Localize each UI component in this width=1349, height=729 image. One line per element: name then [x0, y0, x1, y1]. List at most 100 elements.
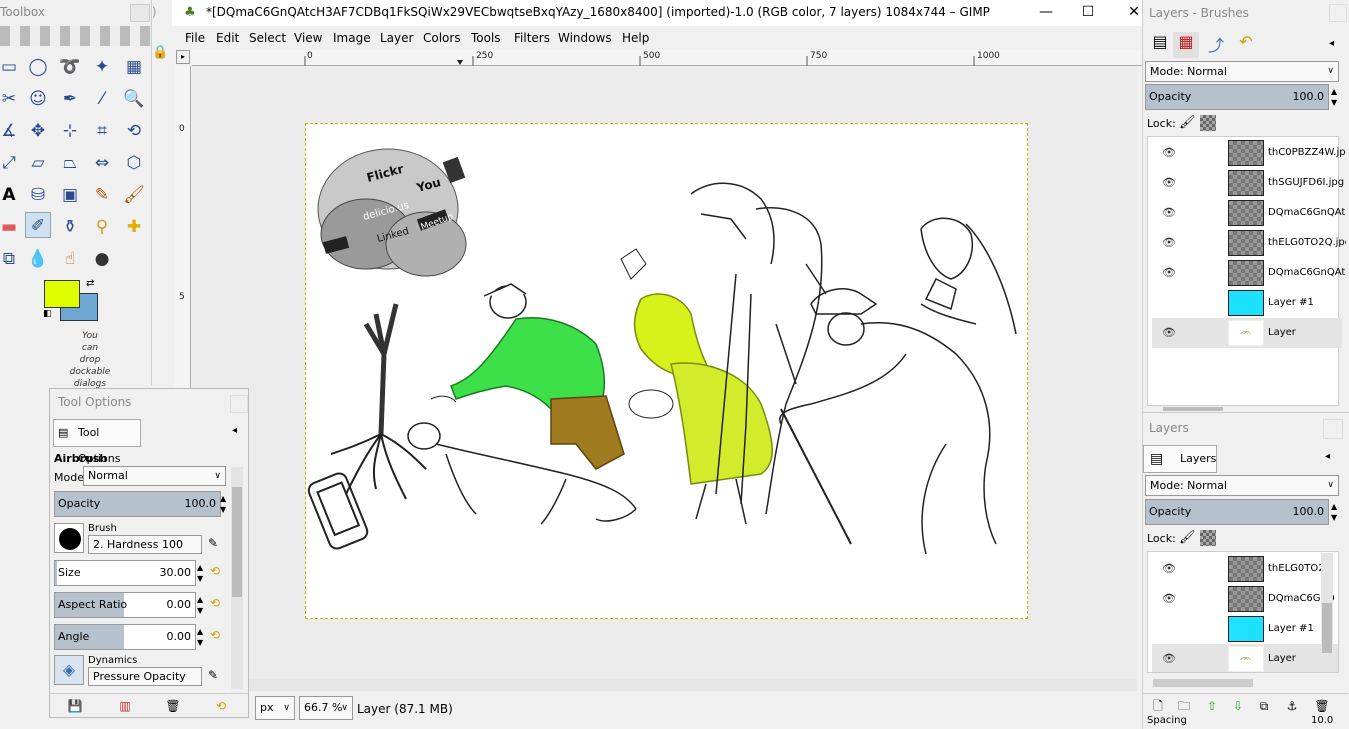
swap-colors-icon[interactable]: ⇄ — [86, 278, 94, 289]
scroll-thumb[interactable] — [232, 487, 242, 597]
visibility-eye-icon[interactable]: 👁 — [1162, 146, 1176, 159]
zoom-select[interactable]: 66.7 % ∨ — [299, 696, 353, 720]
opacity-slider[interactable]: Opacity 100.0 — [54, 491, 221, 517]
visibility-eye-icon[interactable]: 👁 — [1162, 206, 1176, 219]
shear-icon[interactable]: ▱ — [25, 150, 51, 176]
blend-icon[interactable]: ▣ — [57, 182, 83, 208]
delete-options-icon[interactable]: 🗑 — [164, 697, 182, 715]
pencil-icon[interactable]: ✎ — [89, 182, 115, 208]
edit-dynamics-icon[interactable]: ✎ — [208, 668, 218, 682]
layer-row[interactable]: 👁 ᨏ Layer — [1152, 644, 1338, 672]
perspective-clone-icon[interactable]: ⧉ — [0, 246, 22, 272]
visibility-eye-icon[interactable]: 👁 — [1162, 236, 1176, 249]
menu-view[interactable]: View — [294, 31, 322, 45]
tab-menu-icon[interactable]: ◂ — [1325, 451, 1330, 462]
blur-icon[interactable]: 💧 — [25, 246, 51, 272]
lock-alpha-icon[interactable] — [1200, 530, 1216, 546]
fuzzy-select-icon[interactable]: ✦ — [89, 54, 115, 80]
layer-row[interactable]: 👁 thELG0TO2Q.jpg — [1152, 228, 1346, 258]
tab-menu-icon[interactable]: ◂ — [232, 425, 237, 436]
list-hscroll-thumb[interactable] — [1163, 407, 1223, 411]
minimize-button[interactable]: — — [1032, 2, 1060, 22]
spin-arrows-icon[interactable]: ▲ ▼ — [1331, 501, 1337, 523]
cage-icon[interactable]: ⬡ — [121, 150, 147, 176]
flip-icon[interactable]: ⇔ — [89, 150, 115, 176]
layer-row[interactable]: Layer #1 — [1152, 288, 1342, 318]
visibility-eye-icon[interactable]: 👁 — [1162, 326, 1176, 339]
scale-icon[interactable]: ⤢ — [0, 150, 22, 176]
menu-file[interactable]: File — [185, 31, 205, 45]
undo-tab-icon[interactable]: ↶ — [1233, 32, 1259, 58]
airbrush-icon[interactable]: ✐ — [25, 212, 51, 238]
brush-name-field[interactable]: 2. Hardness 100 — [88, 535, 202, 554]
layer-list[interactable]: 👁 thELG0TO2Q 👁 DQmaC6GnQ Layer #1 👁 ᨏ Layer — [1147, 551, 1339, 673]
reset-options-icon[interactable]: ⟲ — [212, 697, 230, 715]
raise-layer-icon[interactable]: ⇧ — [1203, 697, 1221, 715]
delete-layer-icon[interactable]: 🗑 — [1313, 697, 1331, 715]
menu-layer[interactable]: Layer — [380, 31, 413, 45]
paintbrush-icon[interactable]: 🖌 — [121, 182, 147, 208]
layer-opacity-slider[interactable]: Opacity 100.0 — [1145, 84, 1329, 110]
zoom-icon[interactable]: 🔍 — [121, 86, 147, 112]
list-hscroll-thumb[interactable] — [1153, 679, 1253, 687]
align-icon[interactable]: ⊹ — [57, 118, 83, 144]
menu-help[interactable]: Help — [622, 31, 649, 45]
menu-colors[interactable]: Colors — [423, 31, 461, 45]
tab-menu-icon[interactable]: ◂ — [1329, 38, 1334, 49]
size-slider[interactable]: Size 30.00 — [54, 560, 196, 586]
visibility-eye-icon[interactable]: 👁 — [1162, 266, 1176, 279]
select-by-color-icon[interactable]: ▦ — [121, 54, 147, 80]
spin-arrows-icon[interactable]: ▲ ▼ — [197, 562, 203, 584]
channels-tab-icon[interactable]: ▦ — [1173, 32, 1199, 58]
spin-arrows-icon[interactable]: ▲ ▼ — [1331, 86, 1337, 108]
visibility-eye-icon[interactable]: 👁 — [1162, 562, 1176, 575]
tab-layers[interactable]: ▤ Layers — [1143, 445, 1217, 473]
smudge-icon[interactable]: ☝ — [57, 246, 83, 272]
layer-row[interactable]: 👁 ᨏ Layer — [1152, 318, 1342, 348]
lower-layer-icon[interactable]: ⇩ — [1229, 697, 1247, 715]
layer-row[interactable]: 👁 thSGUJFD6I.jpg — [1152, 168, 1344, 198]
duplicate-layer-icon[interactable]: ⧉ — [1255, 697, 1273, 715]
mode-select[interactable]: Normal ∨ — [83, 466, 226, 486]
menu-tools[interactable]: Tools — [471, 31, 501, 45]
quick-mask-corner-button[interactable]: ▸ — [176, 50, 190, 64]
move-icon[interactable]: ✥ — [25, 118, 51, 144]
anchor-layer-icon[interactable]: ⚓ — [1283, 697, 1301, 715]
close-dialog-button[interactable] — [230, 395, 248, 413]
sketch-artwork[interactable]: Flickr You delicio.us Linked Meetup — [306, 124, 1029, 620]
color-picker-icon[interactable]: ⁄ — [89, 86, 115, 112]
layer-opacity-slider[interactable]: Opacity 100.0 — [1145, 499, 1329, 525]
lock-pixels-icon[interactable]: 🖌 — [1179, 115, 1196, 130]
reset-angle-icon[interactable]: ⟲ — [210, 628, 220, 642]
bucket-fill-icon[interactable]: ⛁ — [25, 182, 51, 208]
options-scrollbar[interactable] — [231, 467, 243, 689]
layer-mode-select[interactable]: Mode: Normal ∨ — [1145, 61, 1339, 82]
menu-filters[interactable]: Filters — [514, 31, 550, 45]
horizontal-scrollbar[interactable]: › — [192, 676, 1151, 691]
visibility-eye-icon[interactable]: 👁 — [1162, 176, 1176, 189]
scroll-thumb[interactable] — [1322, 603, 1332, 653]
measure-icon[interactable]: ∡ — [0, 118, 22, 144]
close-dock-button[interactable] — [1329, 4, 1347, 22]
layer-row[interactable]: 👁 thC0PBZZ4W.jpg — [1152, 138, 1346, 168]
spin-arrows-icon[interactable]: ▲ ▼ — [220, 493, 226, 515]
clone-icon[interactable]: ⚲ — [89, 214, 115, 240]
close-dock-button[interactable] — [1323, 419, 1343, 439]
paths-icon[interactable]: ✒ — [57, 86, 83, 112]
visibility-eye-icon[interactable]: 👁 — [1162, 652, 1176, 665]
restore-options-icon[interactable]: ▥ — [116, 697, 134, 715]
text-icon[interactable]: A — [0, 182, 22, 208]
maximize-button[interactable]: ☐ — [1074, 2, 1102, 22]
foreground-color-swatch[interactable] — [44, 280, 80, 308]
layer-row[interactable]: 👁 DQmaC6GnQ — [1152, 584, 1338, 614]
spin-arrows-icon[interactable]: ▲ ▼ — [197, 626, 203, 648]
rotate-icon[interactable]: ⟲ — [121, 118, 147, 144]
tab-tool-options[interactable]: ▤ Tool Options — [53, 419, 141, 465]
save-options-icon[interactable]: 💾 — [66, 697, 84, 715]
menu-select[interactable]: Select — [249, 31, 286, 45]
layer-row[interactable]: Layer #1 — [1152, 614, 1338, 644]
list-vscroll[interactable] — [1321, 553, 1333, 671]
spin-arrows-icon[interactable]: ▲ ▼ — [197, 594, 203, 616]
visibility-eye-icon[interactable]: 👁 — [1162, 592, 1176, 605]
layer-row[interactable]: 👁 thELG0TO2Q — [1152, 554, 1338, 584]
